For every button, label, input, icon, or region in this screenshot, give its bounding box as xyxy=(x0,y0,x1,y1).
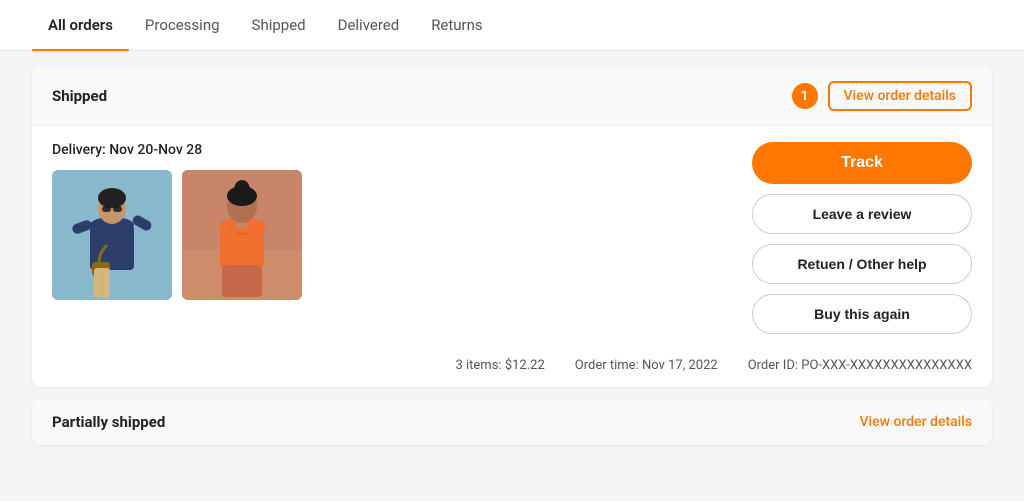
notification-badge: 1 xyxy=(792,83,818,109)
partial-status-label: Partially shipped xyxy=(52,413,165,431)
tab-returns[interactable]: Returns xyxy=(415,0,498,50)
main-content: Shipped 1 View order details Delivery: N… xyxy=(0,51,1024,501)
card-footer: 3 items: $12.22 Order time: Nov 17, 2022… xyxy=(32,348,992,387)
card-body: Delivery: Nov 20-Nov 28 xyxy=(32,126,992,348)
order-status-label: Shipped xyxy=(52,87,107,105)
tab-processing[interactable]: Processing xyxy=(129,0,236,50)
product-image-1 xyxy=(52,170,172,300)
card-header: Shipped 1 View order details xyxy=(32,67,992,126)
order-card-partial: Partially shipped View order details xyxy=(32,399,992,445)
card-header-right: 1 View order details xyxy=(792,81,973,111)
order-actions: Track Leave a review Retuen / Other help… xyxy=(752,142,972,334)
return-other-help-button[interactable]: Retuen / Other help xyxy=(752,244,972,284)
leave-review-button[interactable]: Leave a review xyxy=(752,194,972,234)
partial-view-details-button[interactable]: View order details xyxy=(860,414,973,430)
order-card-shipped: Shipped 1 View order details Delivery: N… xyxy=(32,67,992,387)
order-id: Order ID: PO-XXX-XXXXXXXXXXXXXXX xyxy=(748,358,972,373)
tab-all-orders[interactable]: All orders xyxy=(32,0,129,50)
buy-again-button[interactable]: Buy this again xyxy=(752,294,972,334)
partial-card-header: Partially shipped View order details xyxy=(32,399,992,445)
order-info-left: Delivery: Nov 20-Nov 28 xyxy=(52,142,732,300)
tab-delivered[interactable]: Delivered xyxy=(322,0,416,50)
tab-shipped[interactable]: Shipped xyxy=(236,0,322,50)
delivery-date: Delivery: Nov 20-Nov 28 xyxy=(52,142,732,158)
tabs-bar: All orders Processing Shipped Delivered … xyxy=(0,0,1024,51)
product-image-2 xyxy=(182,170,302,300)
product-images-row xyxy=(52,170,732,300)
view-order-details-button[interactable]: View order details xyxy=(828,81,973,111)
track-button[interactable]: Track xyxy=(752,142,972,184)
items-count: 3 items: $12.22 xyxy=(455,358,544,373)
order-time: Order time: Nov 17, 2022 xyxy=(575,358,718,373)
